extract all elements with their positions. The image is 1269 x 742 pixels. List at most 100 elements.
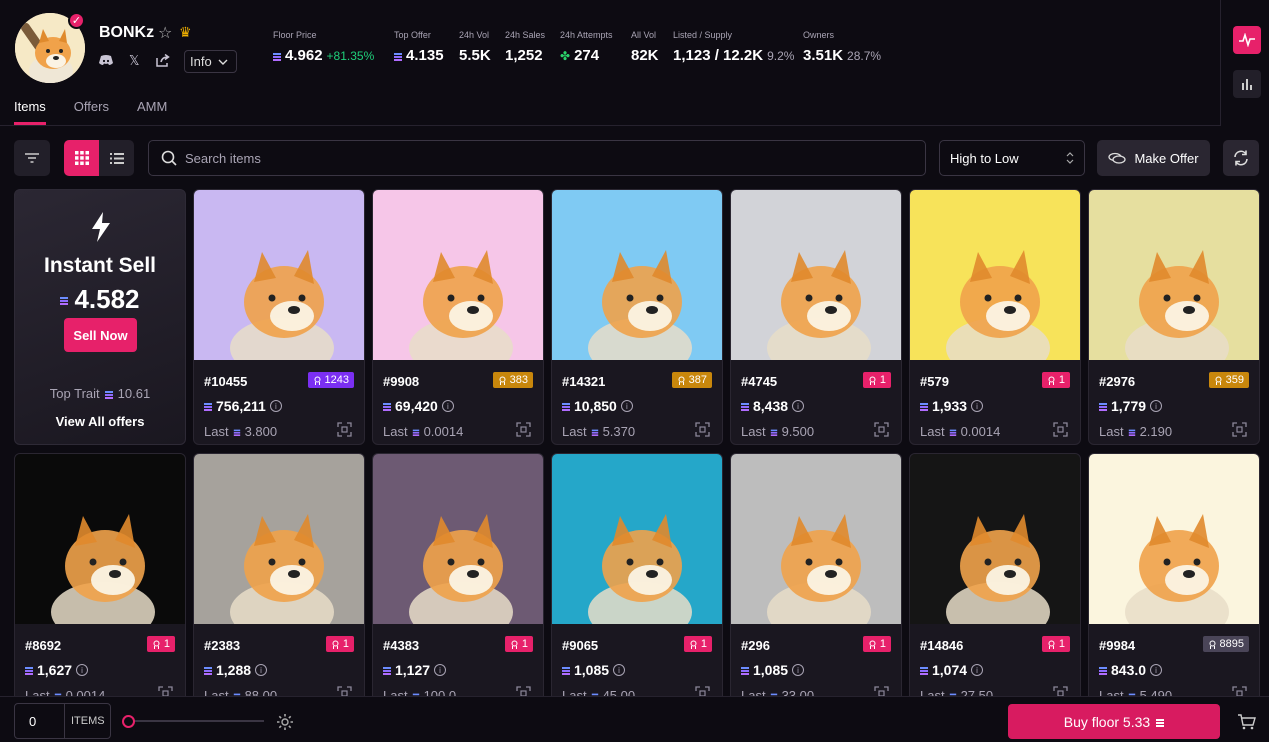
info-icon[interactable]: i	[792, 664, 805, 676]
stat-label: Owners	[803, 30, 835, 40]
make-offer-button[interactable]: Make Offer	[1097, 140, 1210, 176]
scan-icon[interactable]	[1053, 422, 1068, 440]
grid-view-button[interactable]	[64, 140, 99, 176]
scan-icon[interactable]	[516, 686, 531, 696]
info-icon[interactable]: i	[1150, 400, 1163, 412]
nft-card[interactable]: #2976 359 1,779 i Last 2.190	[1088, 189, 1260, 445]
x-twitter-icon[interactable]: 𝕏	[129, 53, 139, 69]
price-value: 8,438	[753, 398, 789, 414]
rarity-badge: 359	[1208, 372, 1249, 388]
info-icon[interactable]: i	[971, 664, 984, 676]
slider-thumb[interactable]	[122, 715, 135, 728]
scan-icon[interactable]	[874, 422, 889, 440]
view-all-offers-link[interactable]: View All offers	[15, 414, 185, 429]
sol-icon	[412, 428, 419, 436]
rarity-badge: 1	[504, 636, 533, 652]
last-sale: Last 2.190	[1099, 424, 1172, 439]
stats-chart-button[interactable]	[1233, 70, 1261, 98]
info-dropdown[interactable]: Info	[184, 50, 237, 73]
stat-value: 1,252	[505, 47, 543, 64]
list-view-button[interactable]	[99, 140, 134, 176]
last-sale-value: 9.500	[781, 424, 815, 439]
quantity-slider[interactable]	[122, 715, 264, 728]
sort-select[interactable]: High to Low	[939, 140, 1085, 176]
activity-chart-button[interactable]	[1233, 26, 1261, 54]
scan-icon[interactable]	[516, 422, 531, 440]
nft-card[interactable]: #14321 387 10,850 i Last 5.370	[551, 189, 723, 445]
nft-card[interactable]: #4745 1 8,438 i Last 9.500	[730, 189, 902, 445]
sol-icon	[1099, 402, 1107, 411]
scan-icon[interactable]	[695, 422, 710, 440]
last-sale-label: Last	[383, 424, 408, 439]
stat-value: 4.135	[406, 47, 444, 64]
nft-name: #2383	[204, 638, 241, 653]
sell-now-button[interactable]: Sell Now	[64, 318, 137, 352]
stat-24h-attempts: 24h Attempts ✤ 274	[560, 30, 613, 64]
tab-offers[interactable]: Offers	[74, 99, 109, 125]
filter-button[interactable]	[14, 140, 50, 176]
nft-image	[194, 190, 364, 360]
rarity-badge: 1	[862, 636, 891, 652]
share-icon[interactable]	[156, 53, 170, 70]
nft-card[interactable]: #9908 383 69,420 i Last 0.0014	[372, 189, 544, 445]
scan-icon[interactable]	[1053, 686, 1068, 696]
nft-card[interactable]: #10455 1243 756,211 i Last 3.800	[193, 189, 365, 445]
info-icon[interactable]: i	[434, 664, 447, 676]
tab-amm[interactable]: AMM	[137, 99, 167, 125]
scan-icon[interactable]	[337, 422, 352, 440]
quantity-stepper[interactable]: 0 ITEMS	[14, 703, 111, 739]
sol-icon	[741, 402, 749, 411]
crown-icon: ♛	[179, 24, 192, 40]
last-sale-label: Last	[741, 424, 766, 439]
info-icon[interactable]: i	[76, 664, 89, 676]
list-icon	[109, 152, 124, 164]
rarity-badge: 1	[862, 372, 891, 388]
settings-gear-icon[interactable]	[276, 713, 294, 736]
tab-items[interactable]: Items	[14, 99, 46, 125]
rank-icon	[511, 640, 518, 649]
refresh-button[interactable]	[1223, 140, 1259, 176]
last-sale-label: Last	[1099, 688, 1124, 696]
nft-card[interactable]: #14846 1 1,074 i Last 27.50	[909, 453, 1081, 696]
slider-track	[126, 720, 264, 722]
info-icon[interactable]: i	[255, 664, 268, 676]
scan-icon[interactable]	[158, 686, 173, 696]
scan-icon[interactable]	[695, 686, 710, 696]
scan-icon[interactable]	[337, 686, 352, 696]
info-icon[interactable]: i	[1150, 664, 1163, 676]
buy-floor-button[interactable]: Buy floor 5.33	[1008, 704, 1220, 739]
nft-card[interactable]: #9065 1 1,085 i Last 45.00	[551, 453, 723, 696]
info-icon[interactable]: i	[620, 400, 633, 412]
scan-icon[interactable]	[1232, 686, 1247, 696]
nft-card[interactable]: #9984 8895 843.0 i Last 5.490	[1088, 453, 1260, 696]
nft-card[interactable]: #2383 1 1,288 i Last 88.00	[193, 453, 365, 696]
last-sale: Last 100.0	[383, 688, 456, 696]
nft-card[interactable]: #579 1 1,933 i Last 0.0014	[909, 189, 1081, 445]
scan-icon[interactable]	[1232, 422, 1247, 440]
info-icon[interactable]: i	[269, 400, 282, 412]
nft-card[interactable]: #4383 1 1,127 i Last 100.0	[372, 453, 544, 696]
nft-price: 10,850 i	[562, 398, 633, 414]
stat-sub: 9.2%	[767, 48, 795, 63]
quantity-value[interactable]: 0	[15, 704, 65, 738]
nft-price: 1,627 i	[25, 662, 89, 678]
sol-icon	[204, 402, 212, 411]
favorite-star-icon[interactable]: ☆	[158, 23, 172, 43]
info-icon[interactable]: i	[971, 400, 984, 412]
search-input[interactable]	[185, 150, 885, 166]
scan-icon[interactable]	[874, 686, 889, 696]
price-value: 1,627	[37, 662, 73, 678]
discord-icon[interactable]	[99, 54, 113, 69]
info-icon[interactable]: i	[441, 400, 454, 412]
info-icon[interactable]: i	[613, 664, 626, 676]
stat-all-vol: All Vol 82K	[631, 30, 659, 64]
rank-icon	[332, 640, 339, 649]
info-icon[interactable]: i	[792, 400, 805, 412]
nft-card[interactable]: #296 1 1,085 i Last 33.00	[730, 453, 902, 696]
cart-button[interactable]	[1232, 704, 1262, 739]
nft-name: #9908	[383, 374, 420, 389]
bar-chart-icon	[1242, 79, 1252, 90]
nft-card[interactable]: #8692 1 1,627 i Last 0.0014	[14, 453, 186, 696]
price-value: 1,933	[932, 398, 968, 414]
price-value: 10,850	[574, 398, 617, 414]
